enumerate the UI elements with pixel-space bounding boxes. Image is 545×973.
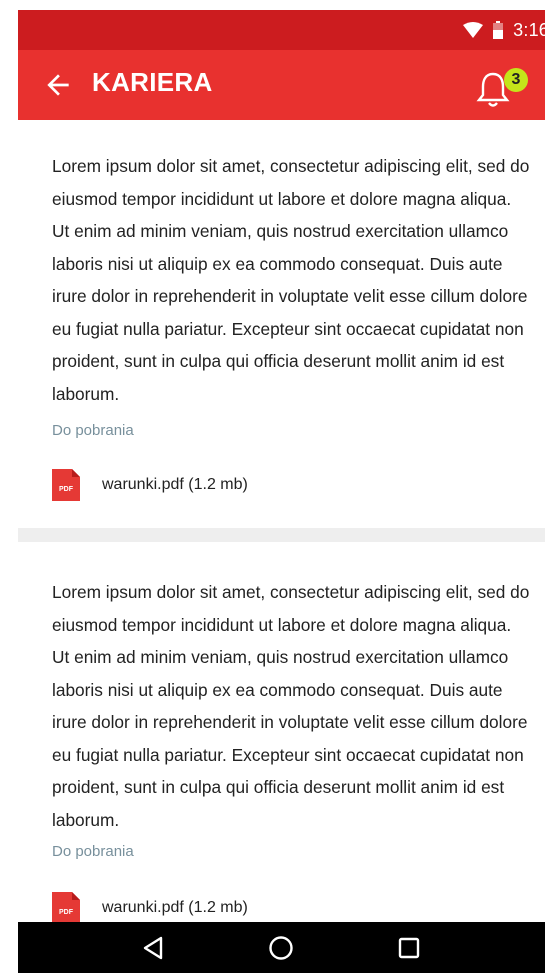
pdf-icon-label: PDF [59,909,73,916]
pdf-icon: PDF [52,892,80,922]
card-divider [18,528,545,542]
app-bar: KARIERA 3 [18,50,545,120]
status-bar: 3:16 [18,10,545,50]
file-name[interactable]: warunki.pdf (1.2 mb) [102,899,248,917]
file-link[interactable]: PDF warunki.pdf (1.2 mb) [52,890,248,922]
system-nav-bar [18,922,545,973]
notification-badge: 3 [504,68,528,92]
page-title: KARIERA [92,67,213,97]
pdf-icon-label: PDF [59,486,73,493]
file-name[interactable]: warunki.pdf (1.2 mb) [102,476,248,494]
nav-home-icon [269,936,293,960]
nav-recents-icon [398,937,420,959]
card-description: Lorem ipsum dolor sit amet, consectetur … [52,582,530,830]
pdf-icon: PDF [52,469,80,501]
downloads-label: Do pobrania [52,843,134,860]
notifications-button[interactable]: 3 [476,68,528,112]
battery-icon [493,21,504,39]
card-description: Lorem ipsum dolor sit amet, consectetur … [52,156,530,404]
status-time: 3:16 [513,19,545,40]
career-card: Lorem ipsum dolor sit amet, consectetur … [18,120,545,528]
file-link[interactable]: PDF warunki.pdf (1.2 mb) [52,467,248,503]
nav-recents-button[interactable] [391,930,427,966]
back-arrow-icon[interactable] [42,69,74,101]
wifi-icon [463,22,484,38]
nav-home-button[interactable] [263,930,299,966]
nav-back-button[interactable] [135,930,171,966]
career-card: Lorem ipsum dolor sit amet, consectetur … [18,542,545,922]
downloads-label: Do pobrania [52,422,134,439]
nav-back-icon [143,936,163,960]
